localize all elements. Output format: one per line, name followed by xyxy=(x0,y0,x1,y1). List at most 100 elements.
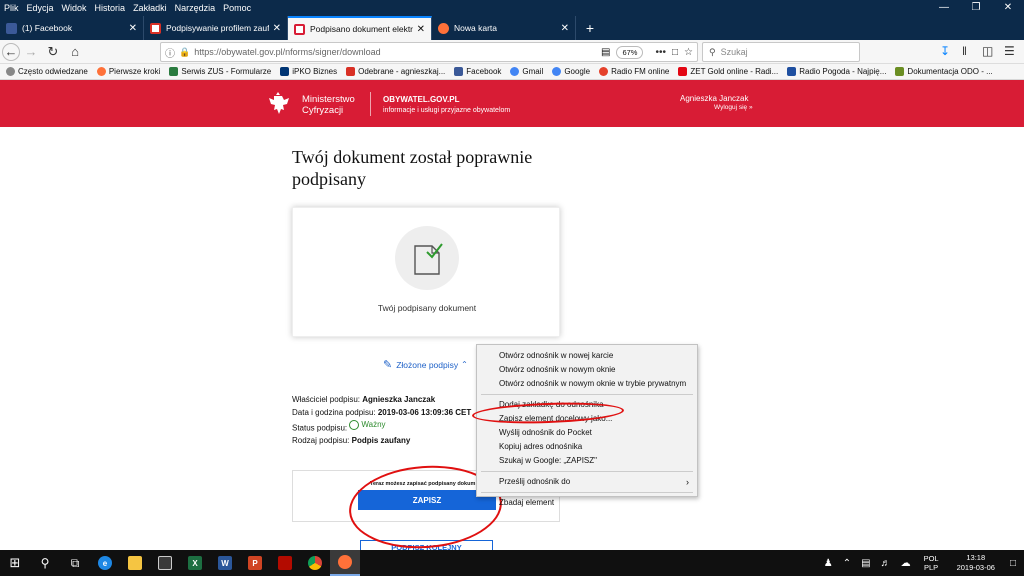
acrobat-icon xyxy=(278,556,292,570)
firefox-icon xyxy=(438,22,449,34)
restore-icon[interactable]: ❐ xyxy=(960,0,992,16)
home-button[interactable]: ⌂ xyxy=(64,41,86,63)
bookmark-pierwsze[interactable]: Pierwsze kroki xyxy=(96,67,160,76)
portal-name[interactable]: OBYWATEL.GOV.PL xyxy=(383,95,459,104)
bookmark-zet[interactable]: ZET Gold online - Radi... xyxy=(678,67,778,76)
google-icon xyxy=(510,67,520,76)
ctx-search-google[interactable]: Szukaj w Google: „ZAPISZ" xyxy=(477,454,697,468)
tab-label: Podpisano dokument elektroniczny xyxy=(310,24,413,34)
search-taskbar-button[interactable]: ⚲ xyxy=(30,550,60,576)
signature-status: Ważny xyxy=(349,419,386,432)
close-tab-icon[interactable]: ✕ xyxy=(129,23,137,34)
tab-nowa-karta[interactable]: Nowa karta ✕ xyxy=(432,16,576,40)
signatures-toggle[interactable]: ✎ Złożone podpisy ⌃ xyxy=(383,358,468,371)
tab-podpisywanie[interactable]: Podpisywanie profilem zaufanym ✕ xyxy=(144,16,288,40)
signed-document-icon xyxy=(414,243,443,275)
close-tab-icon[interactable]: ✕ xyxy=(417,24,425,35)
bookmark-facebook[interactable]: Facebook xyxy=(454,67,501,76)
bookmark-gmail[interactable]: Gmail xyxy=(510,67,543,76)
sidebar-icon[interactable]: ◫ xyxy=(982,44,993,58)
network-icon[interactable]: ▤ xyxy=(861,558,870,569)
tab-podpisano[interactable]: Podpisano dokument elektroniczny ✕ xyxy=(288,16,432,40)
bookmark-star-icon[interactable]: ☆ xyxy=(684,47,693,58)
bookmark-radio-fm[interactable]: Radio FM online xyxy=(599,67,669,76)
bookmark-radio-pogoda[interactable]: Radio Pogoda - Najpię... xyxy=(787,67,886,76)
arrow-left-icon: ← xyxy=(4,44,18,59)
taskbar-firefox[interactable] xyxy=(330,550,360,576)
people-icon[interactable]: ♟ xyxy=(824,558,833,569)
tab-facebook[interactable]: (1) Facebook ✕ xyxy=(0,16,144,40)
volume-icon[interactable]: ♬ xyxy=(881,558,891,569)
bookmark-google[interactable]: Google xyxy=(552,67,590,76)
edge-icon: e xyxy=(98,556,112,570)
reload-button[interactable]: ↻ xyxy=(42,41,64,63)
gmail-icon xyxy=(346,67,356,76)
info-icon[interactable]: ⓘ xyxy=(165,45,175,60)
hamburger-menu-icon[interactable]: ☰ xyxy=(1004,44,1015,58)
taskbar-explorer[interactable] xyxy=(120,550,150,576)
menu-historia[interactable]: Historia xyxy=(95,3,126,13)
signature-owner: Agnieszka Janczak xyxy=(362,395,436,404)
notifications-icon[interactable]: □ xyxy=(1010,558,1016,569)
zoom-level[interactable]: 67% xyxy=(616,45,644,59)
logout-link[interactable]: Wyloguj się » xyxy=(714,104,753,111)
signature-details: Właściciel podpisu: Agnieszka Janczak Da… xyxy=(292,395,472,445)
ctx-send-link-to[interactable]: Prześlij odnośnik do › xyxy=(477,475,697,489)
pocket-icon[interactable]: □ xyxy=(672,47,678,58)
taskbar-store[interactable] xyxy=(150,550,180,576)
close-tab-icon[interactable]: ✕ xyxy=(273,23,281,34)
signed-document-card[interactable]: Twój podpisany dokument xyxy=(292,207,560,337)
menu-zakladki[interactable]: Zakładki xyxy=(133,3,167,13)
page-actions-icon[interactable]: ••• xyxy=(655,47,666,58)
ctx-open-new-tab[interactable]: Otwórz odnośnik w nowej karcie xyxy=(477,349,697,363)
chevron-up-icon[interactable]: ⌃ xyxy=(843,558,851,569)
clock[interactable]: 13:18 2019-03-06 xyxy=(957,553,995,573)
radio-icon xyxy=(787,67,797,76)
taskbar-edge[interactable]: e xyxy=(90,550,120,576)
ctx-open-private-window[interactable]: Otwórz odnośnik w nowym oknie w trybie p… xyxy=(477,377,697,391)
bookmark-ipko[interactable]: iPKO Biznes xyxy=(280,67,337,76)
menu-narzedzia[interactable]: Narzędzia xyxy=(175,3,216,13)
minimize-icon[interactable]: — xyxy=(928,0,960,16)
taskbar-word[interactable]: W xyxy=(210,550,240,576)
bookmark-odebrane[interactable]: Odebrane - agnieszkaj... xyxy=(346,67,445,76)
close-window-icon[interactable]: ✕ xyxy=(992,0,1024,16)
search-box[interactable]: ⚲ Szukaj xyxy=(702,42,860,62)
windows-taskbar: ⊞ ⚲ ⧉ e X W P ♟ ⌃ ▤ ♬ ☁ POL PLP 13:18 20… xyxy=(0,550,1024,576)
url-bar[interactable]: ⓘ 🔒 https://obywatel.gov.pl/nforms/signe… xyxy=(160,42,698,62)
url-text[interactable]: https://obywatel.gov.pl/nforms/signer/do… xyxy=(194,47,601,57)
cloud-icon[interactable]: ☁ xyxy=(901,558,911,569)
menu-widok[interactable]: Widok xyxy=(62,3,87,13)
task-view-button[interactable]: ⧉ xyxy=(60,550,90,576)
menu-plik[interactable]: Plik xyxy=(4,3,19,13)
window-controls: — ❐ ✕ xyxy=(928,0,1024,16)
new-tab-button[interactable]: + xyxy=(576,16,604,40)
library-icon[interactable]: ‖ xyxy=(962,44,967,58)
start-button[interactable]: ⊞ xyxy=(0,550,30,576)
search-icon: ⚲ xyxy=(40,556,50,570)
ministry-name[interactable]: Ministerstwo Cyfryzacji xyxy=(302,94,355,116)
ctx-copy-link[interactable]: Kopiuj adres odnośnika xyxy=(477,440,697,454)
language-indicator[interactable]: POL PLP xyxy=(924,554,939,572)
menu-pomoc[interactable]: Pomoc xyxy=(223,3,251,13)
gmail-icon xyxy=(150,22,161,34)
close-tab-icon[interactable]: ✕ xyxy=(561,23,569,34)
bookmark-odo[interactable]: Dokumentacja ODO - ... xyxy=(895,67,993,76)
bookmark-zus[interactable]: Serwis ZUS - Formularze xyxy=(169,67,271,76)
download-icon[interactable]: ↧ xyxy=(940,44,950,58)
ctx-send-to-pocket[interactable]: Wyślij odnośnik do Pocket xyxy=(477,426,697,440)
taskbar-excel[interactable]: X xyxy=(180,550,210,576)
bookmark-czesto[interactable]: Często odwiedzane xyxy=(6,67,88,76)
taskbar-powerpoint[interactable]: P xyxy=(240,550,270,576)
document-label: Twój podpisany dokument xyxy=(377,303,477,313)
task-view-icon: ⧉ xyxy=(70,555,80,570)
taskbar-acrobat[interactable] xyxy=(270,550,300,576)
lock-icon[interactable]: 🔒 xyxy=(179,47,190,58)
ctx-inspect-element[interactable]: Zbadaj element xyxy=(477,496,697,510)
forward-button[interactable]: → xyxy=(20,41,42,63)
reader-view-icon[interactable]: ▤ xyxy=(601,47,610,58)
taskbar-chrome[interactable] xyxy=(300,550,330,576)
back-button[interactable]: ← xyxy=(2,42,20,61)
menu-edycja[interactable]: Edycja xyxy=(27,3,54,13)
ctx-open-new-window[interactable]: Otwórz odnośnik w nowym oknie xyxy=(477,363,697,377)
